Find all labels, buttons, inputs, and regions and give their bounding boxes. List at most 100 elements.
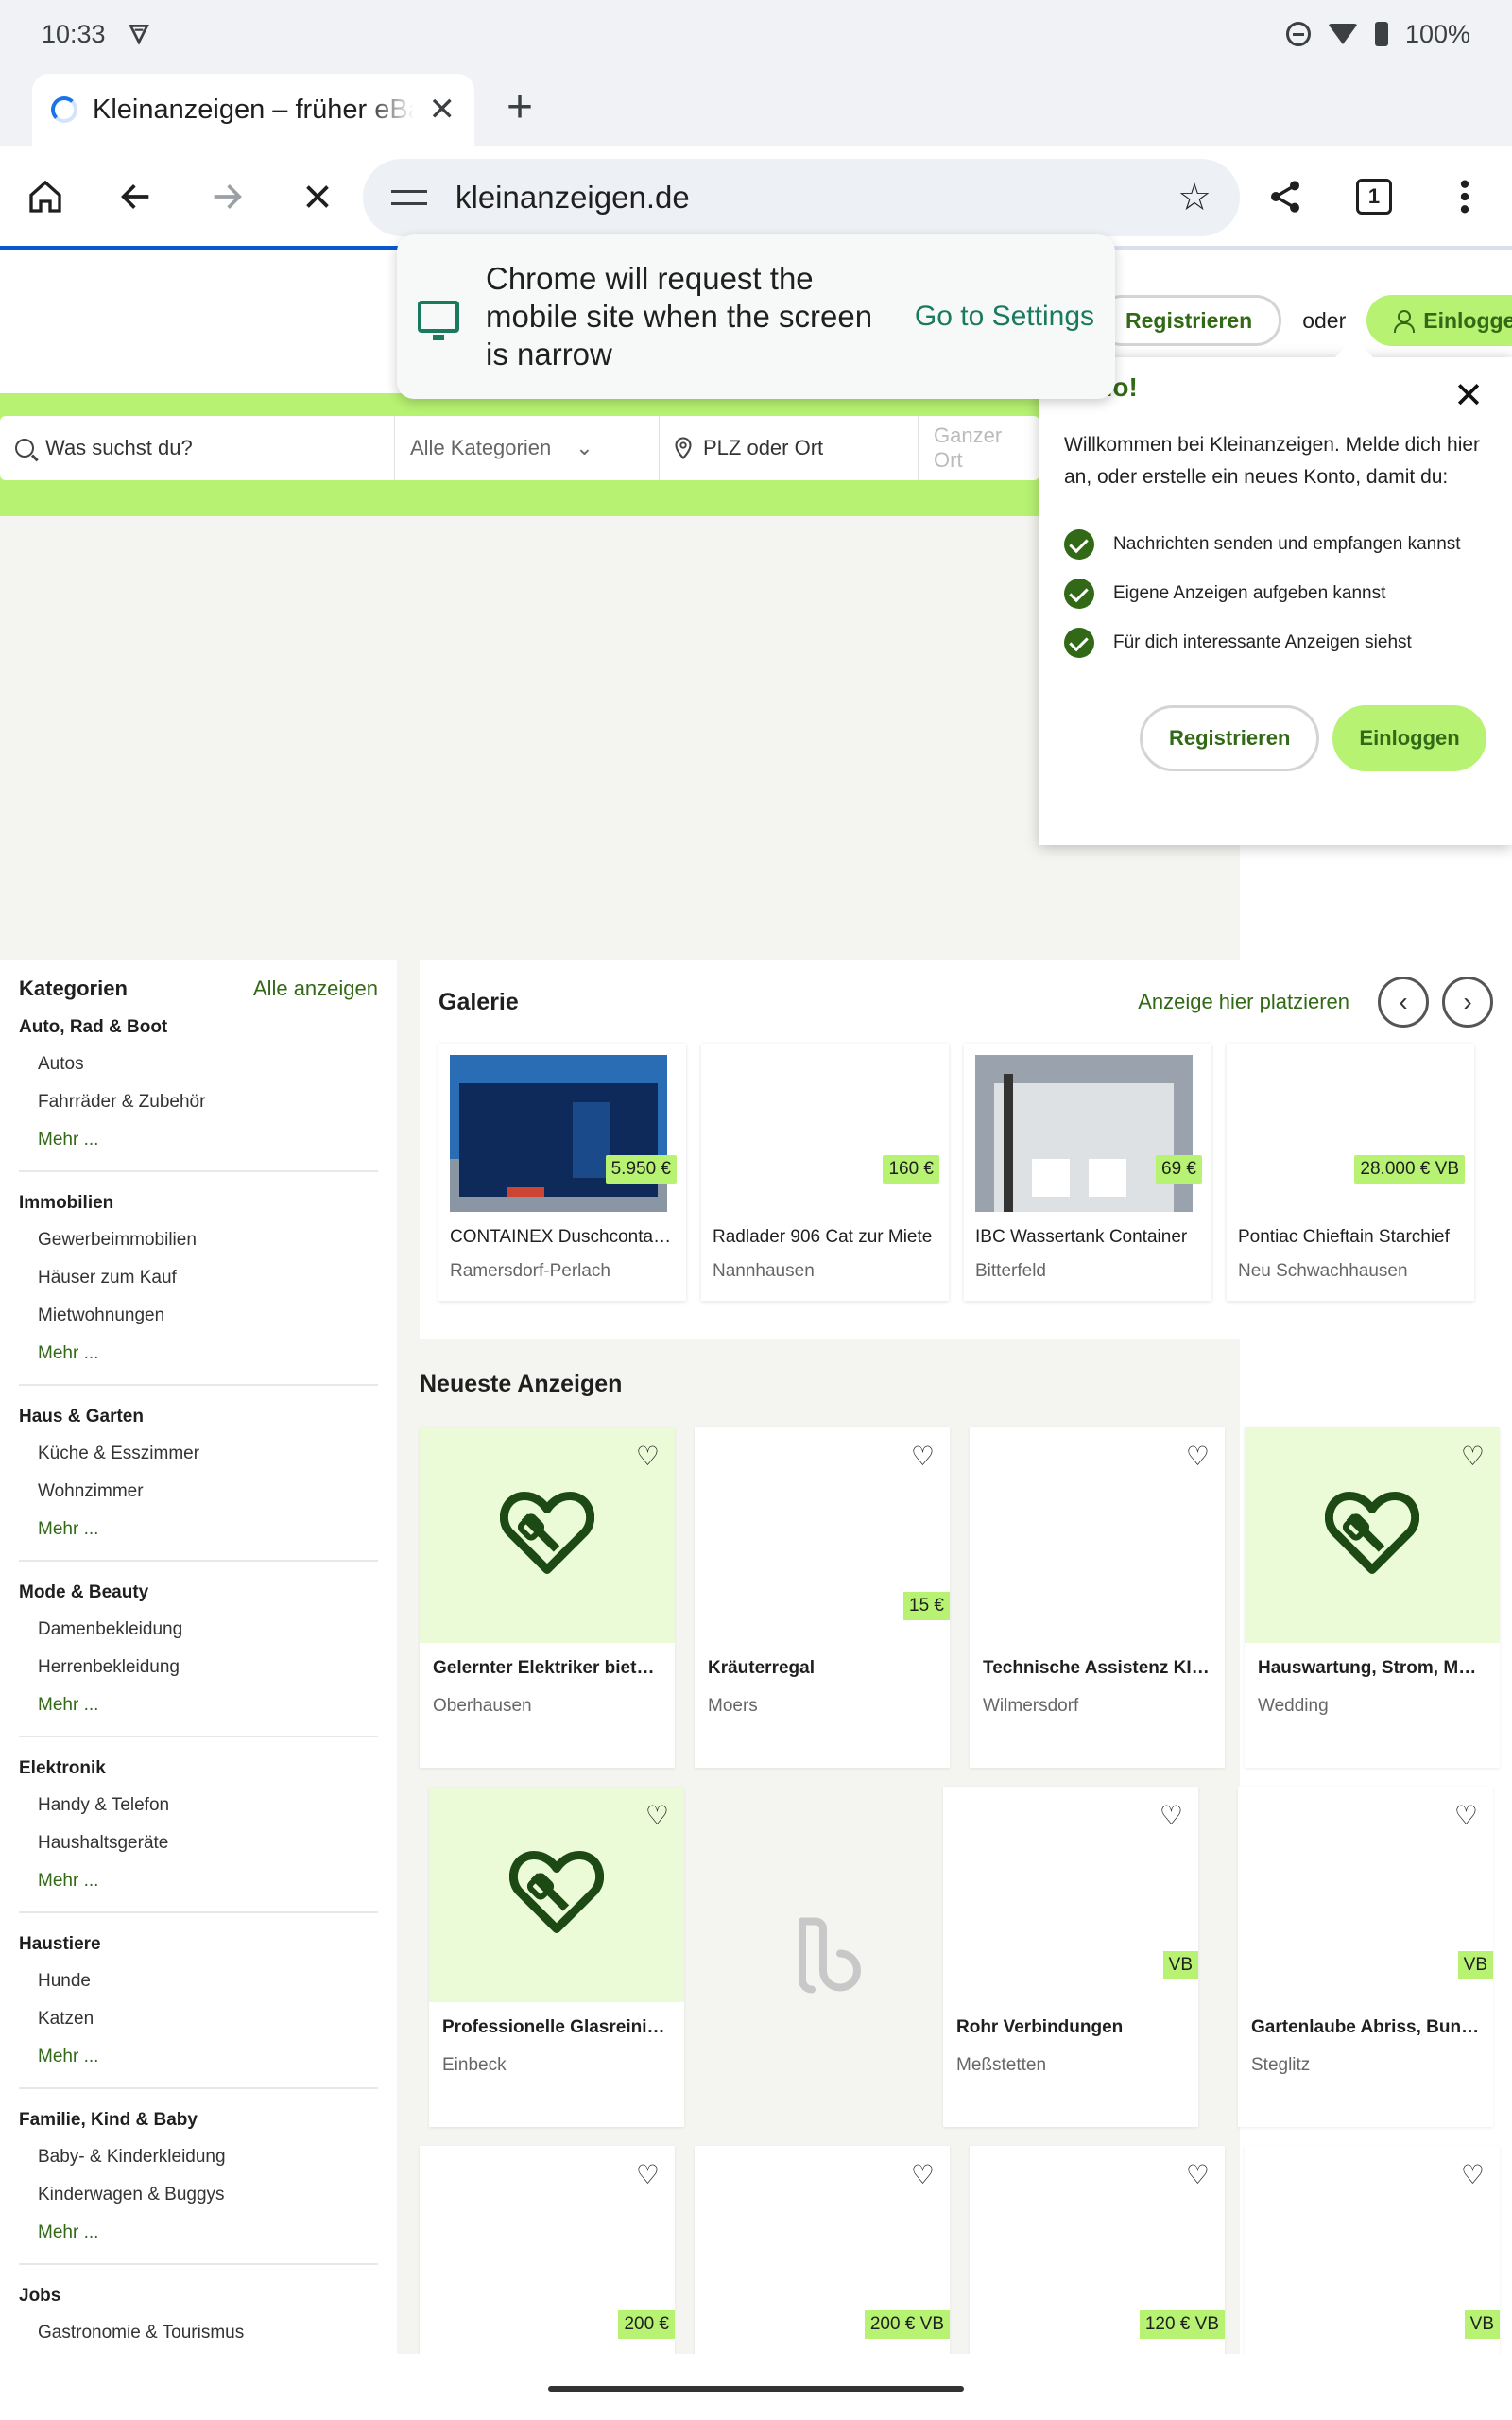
show-all-link[interactable]: Alle anzeigen — [253, 977, 378, 1001]
category-title[interactable]: Jobs — [19, 2278, 378, 2314]
ad-title: Technische Assistenz KI (m/w/d) — [983, 1658, 1211, 1678]
sidebar-header: Kategorien Alle anzeigen — [19, 968, 378, 1010]
popover-register-button[interactable]: Registrieren — [1140, 705, 1320, 771]
gallery-image — [975, 1055, 1193, 1212]
ad-card[interactable]: ♡ 200 € VB — [695, 2146, 950, 2354]
back-icon[interactable] — [108, 168, 164, 225]
newest-ads-title: Neueste Anzeigen — [420, 1371, 623, 1397]
more-link[interactable]: Mehr ... — [19, 1335, 378, 1373]
subcategory-link[interactable]: Kinderwagen & Buggys — [19, 2176, 378, 2214]
close-icon[interactable]: ✕ — [1453, 374, 1484, 417]
share-icon[interactable] — [1257, 168, 1314, 225]
header-register-button[interactable]: Registrieren — [1096, 295, 1282, 346]
address-bar[interactable]: kleinanzeigen.de ☆ — [363, 159, 1240, 236]
subcategory-link[interactable]: Damenbekleidung — [19, 1611, 378, 1649]
favorite-heart-icon[interactable]: ♡ — [645, 1800, 669, 1831]
search-input[interactable]: Was suchst du? — [0, 416, 395, 480]
gallery-card[interactable]: 28.000 € VB Pontiac Chieftain Starchief Ne… — [1227, 1044, 1474, 1301]
more-link[interactable]: Mehr ... — [19, 2214, 378, 2252]
ad-title: Gelernter Elektriker bietet Hilfe — [433, 1658, 662, 1678]
popover-login-button[interactable]: Einloggen — [1332, 705, 1486, 771]
more-menu-icon[interactable] — [1436, 168, 1493, 225]
forward-icon[interactable] — [198, 168, 255, 225]
category-title[interactable]: Mode & Beauty — [19, 1575, 378, 1611]
more-link[interactable]: Mehr ... — [19, 1686, 378, 1724]
ad-card[interactable]: ♡ Technische Assistenz KI (m/w/d) Wilmersd… — [970, 1427, 1225, 1768]
location-placeholder: PLZ oder Ort — [703, 436, 824, 459]
chevron-down-icon: ⌄ — [576, 436, 593, 459]
radius-select[interactable]: Ganzer Ort — [919, 416, 1040, 480]
subcategory-link[interactable]: Handy & Telefon — [19, 1787, 378, 1824]
subcategory-link[interactable]: Gastronomie & Tourismus — [19, 2314, 378, 2352]
subcategory-link[interactable]: Häuser zum Kauf — [19, 1259, 378, 1297]
site-settings-icon[interactable] — [391, 183, 427, 212]
favorite-heart-icon[interactable]: ♡ — [636, 1441, 660, 1472]
ad-card[interactable]: ♡ Professionelle Glasreinigung Einbeck — [429, 1787, 684, 2127]
bookmark-star-icon[interactable]: ☆ — [1177, 176, 1211, 219]
ad-card[interactable]: ♡ VB Gartenlaube Abriss, Bungalow Steglitz — [1238, 1787, 1493, 2127]
category-title[interactable]: Auto, Rad & Boot — [19, 1010, 378, 1046]
more-link[interactable]: Mehr ... — [19, 1862, 378, 1900]
gallery-card[interactable]: 160 € Radlader 906 Cat zur Miete Nannhause… — [701, 1044, 949, 1301]
gallery-prev-button[interactable]: ‹ — [1378, 977, 1429, 1028]
close-tab-icon[interactable]: ✕ — [429, 91, 456, 129]
favorite-heart-icon[interactable]: ♡ — [1186, 1441, 1210, 1472]
category-title[interactable]: Elektronik — [19, 1751, 378, 1787]
ad-card[interactable]: ♡ 200 € — [420, 2146, 675, 2354]
subcategory-link[interactable]: Mietwohnungen — [19, 1297, 378, 1335]
stop-loading-icon[interactable] — [289, 168, 346, 225]
ad-card[interactable]: ♡ 15 € Kräuterregal Moers — [695, 1427, 950, 1768]
subcategory-link[interactable]: Baby- & Kinderkleidung — [19, 2138, 378, 2176]
subcategory-link[interactable]: Haushaltsgeräte — [19, 1824, 378, 1862]
gallery-next-button[interactable]: › — [1442, 977, 1493, 1028]
category-title[interactable]: Immobilien — [19, 1185, 378, 1221]
ad-card[interactable]: ♡ VB — [1245, 2146, 1500, 2354]
new-tab-button[interactable]: + — [491, 79, 548, 136]
place-ad-link[interactable]: Anzeige hier platzieren — [1138, 990, 1349, 1014]
more-link[interactable]: Mehr ... — [19, 1121, 378, 1159]
favorite-heart-icon[interactable]: ♡ — [1461, 2159, 1485, 2190]
subcategory-link[interactable]: Herrenbekleidung — [19, 1649, 378, 1686]
tab-switcher-button[interactable]: 1 — [1346, 168, 1402, 225]
subcategory-link[interactable]: Fahrräder & Zubehör — [19, 1083, 378, 1121]
category-title[interactable]: Haus & Garten — [19, 1399, 378, 1435]
more-link[interactable]: Mehr ... — [19, 2038, 378, 2076]
header-login-button[interactable]: Einloggen — [1366, 295, 1512, 346]
ad-location: Einbeck — [442, 2055, 507, 2075]
favorite-heart-icon[interactable]: ♡ — [911, 2159, 935, 2190]
favorite-heart-icon[interactable]: ♡ — [911, 1441, 935, 1472]
ad-card[interactable]: ♡ Hauswartung, Strom, Möbelmontage Wedding — [1245, 1427, 1500, 1768]
category-title[interactable]: Familie, Kind & Baby — [19, 2102, 378, 2138]
url-text[interactable]: kleinanzeigen.de — [455, 180, 690, 216]
favorite-heart-icon[interactable]: ♡ — [1461, 1441, 1485, 1472]
ad-card[interactable]: ♡ VB Rohr Verbindungen Meßstetten — [943, 1787, 1198, 2127]
ad-image: ♡ VB — [1245, 2146, 1500, 2354]
ad-card[interactable]: ♡ Gelernter Elektriker bietet Hilfe Oberha… — [420, 1427, 675, 1768]
subcategory-link[interactable]: Gewerbeimmobilien — [19, 1221, 378, 1259]
gallery-card[interactable]: 69 € IBC Wassertank Container Bitterfeld — [964, 1044, 1211, 1301]
subcategory-link[interactable]: Hunde — [19, 1962, 378, 2000]
browser-tab[interactable]: Kleinanzeigen – früher eBay Kleinanzeige… — [32, 74, 474, 146]
subcategory-link[interactable]: Katzen — [19, 2000, 378, 2038]
subcategory-link[interactable]: Wohnzimmer — [19, 1473, 378, 1511]
go-to-settings-button[interactable]: Go to Settings — [915, 301, 1094, 333]
subcategory-link[interactable]: Küche & Esszimmer — [19, 1435, 378, 1473]
category-title[interactable]: Haustiere — [19, 1927, 378, 1962]
gallery-header: Galerie Anzeige hier platzieren ‹ › — [438, 960, 1493, 1044]
do-not-disturb-icon — [1285, 22, 1311, 46]
ad-card[interactable]: ♡ 120 € VB — [970, 2146, 1225, 2354]
search-placeholder: Was suchst du? — [45, 436, 193, 459]
category-select[interactable]: Alle Kategorien ⌄ — [395, 416, 660, 480]
location-input[interactable]: PLZ oder Ort — [660, 416, 919, 480]
subcategory-link[interactable]: Autos — [19, 1046, 378, 1083]
favorite-heart-icon[interactable]: ♡ — [1186, 2159, 1210, 2190]
price-badge: 200 € VB — [864, 2310, 950, 2339]
favorite-heart-icon[interactable]: ♡ — [1160, 1800, 1183, 1831]
tab-count: 1 — [1356, 179, 1392, 215]
home-icon[interactable] — [17, 168, 74, 225]
gallery-card[interactable]: 5.950 € CONTAINEX Duschcontainer Ramersdor… — [438, 1044, 686, 1301]
more-link[interactable]: Mehr ... — [19, 1511, 378, 1548]
gesture-handle[interactable] — [548, 2386, 964, 2392]
favorite-heart-icon[interactable]: ♡ — [636, 2159, 660, 2190]
favorite-heart-icon[interactable]: ♡ — [1454, 1800, 1478, 1831]
